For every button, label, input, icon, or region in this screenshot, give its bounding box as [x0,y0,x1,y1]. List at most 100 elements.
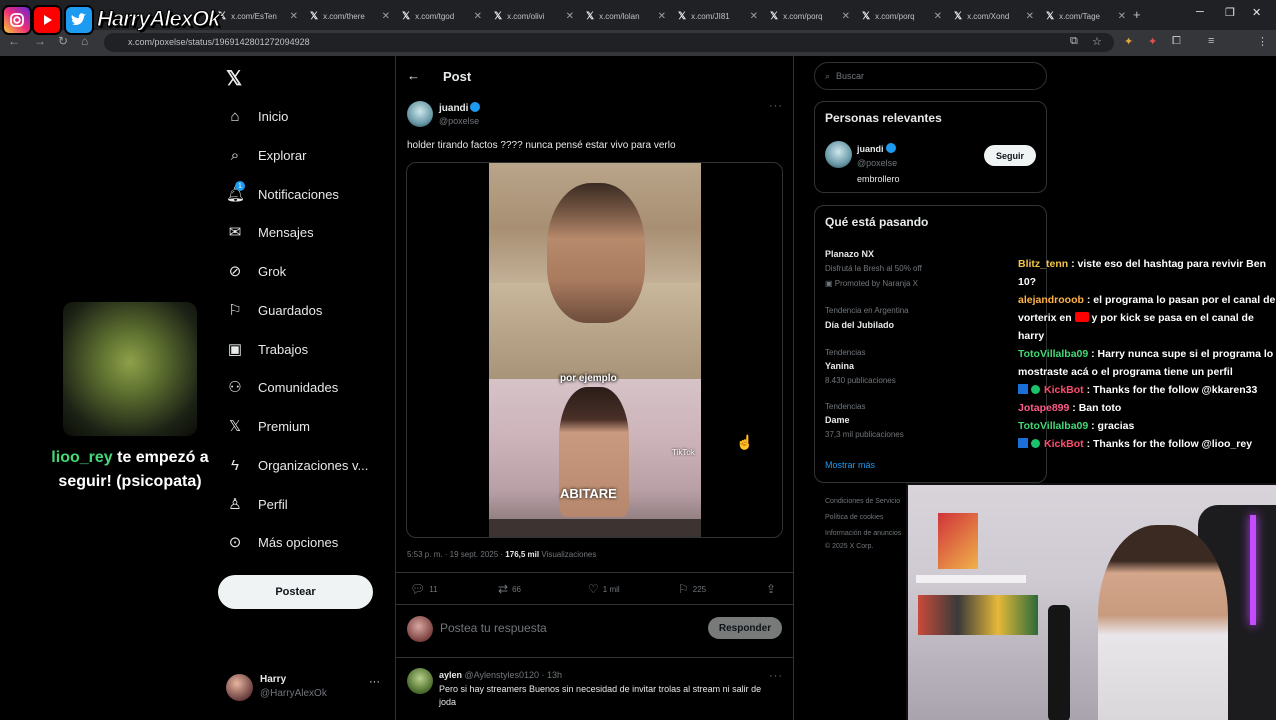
instagram-icon [2,5,32,35]
extension-icon[interactable]: ✦ [1148,35,1157,48]
minimize-icon[interactable]: ─ [1196,6,1204,18]
follow-button[interactable]: Seguir [984,145,1036,166]
relevant-handle: @poxelse [857,158,898,168]
close-icon[interactable]: ✕ [934,11,942,22]
nav-mensajes[interactable]: ✉ Mensajes [226,217,314,247]
close-icon[interactable]: ✕ [1118,11,1126,22]
bookmark-action[interactable]: ⚐ 225 [678,582,706,596]
avatar[interactable] [825,141,852,168]
trend-category: Tendencias [825,348,866,357]
trend-name[interactable]: Día del Jubilado [825,320,894,330]
search-icon: ⌕ [825,70,831,81]
nav-comunidades[interactable]: ⚇ Comunidades [226,372,338,402]
reply-action[interactable]: 💬︎ 11 [410,582,438,596]
close-icon[interactable]: ✕ [750,11,758,22]
microphone [1048,605,1070,720]
nav-premium[interactable]: 𝕏 Premium [226,411,310,441]
footer-link[interactable]: Política de cookies [825,514,883,521]
people-icon: ⚇ [228,379,242,396]
nav-notificaciones[interactable]: 🔔︎ 1 Notificaciones [226,179,339,209]
relevant-name[interactable]: juandi [857,143,896,154]
nav-grok[interactable]: ⊘ Grok [226,256,286,286]
browser-tab[interactable]: 𝕏x.com/Tage ✕ [1040,5,1132,27]
browser-tab[interactable]: 𝕏x.com/JI81 ✕ [672,5,764,27]
nav-guardados[interactable]: ⚐ Guardados [226,295,322,325]
trend-name[interactable]: Yanina [825,361,854,371]
repost-icon: ⇄ [498,582,509,596]
relevant-bio: embrollero [857,174,900,184]
nav-inicio[interactable]: ⌂ Inicio [226,101,288,131]
x-logo-icon[interactable]: 𝕏 [226,66,242,91]
trend-name[interactable]: Dame [825,415,850,425]
author-handle[interactable]: @poxelse [439,116,479,126]
account-switcher[interactable]: Harry @HarryAlexOk ··· [226,672,386,706]
more-icon[interactable]: ··· [769,670,783,682]
close-icon[interactable]: ✕ [842,11,850,22]
close-icon[interactable]: ✕ [290,11,298,22]
repost-action[interactable]: ⇄ 66 [498,582,521,596]
close-icon[interactable]: ✕ [1026,11,1034,22]
browser-tab[interactable]: 𝕏x.com/Xond ✕ [948,5,1040,27]
comment-avatar[interactable] [407,668,433,694]
bookmark-star-icon[interactable]: ☆ [1092,35,1102,48]
chat-message: alejandrooob : el programa lo pasan por … [1018,294,1276,342]
video-caption: por ejemplo [560,373,617,384]
browser-tab[interactable]: 𝕏x.com/porq ✕ [764,5,856,27]
trend-name[interactable]: Planazo NX [825,249,874,259]
account-name: Harry [260,674,287,685]
reply-button[interactable]: Responder [708,617,782,639]
nav-organizaciones[interactable]: ϟ Organizaciones v... [226,450,368,480]
screen: { "overlay": { "channel_name": "HarryAle… [0,0,1276,720]
browser-tab[interactable]: 𝕏x.com/porq ✕ [856,5,948,27]
browser-tab[interactable]: 𝕏x.com/olivi ✕ [488,5,580,27]
forward-icon[interactable]: → [34,34,46,48]
nav-mas-opciones[interactable]: ⊙ Más opciones [226,527,339,557]
verified-icon [470,102,481,112]
extension-icon[interactable]: ✦ [1124,35,1133,48]
back-icon[interactable]: ← [8,34,20,48]
nav-perfil[interactable]: ♙ Perfil [226,489,287,519]
install-icon[interactable]: ⧉ [1070,35,1078,48]
close-icon[interactable]: ✕ [474,11,482,22]
close-icon[interactable]: ✕ [658,11,666,22]
browser-tab[interactable]: 𝕏x.com/there ✕ [304,5,396,27]
close-icon[interactable]: ✕ [382,11,390,22]
author-name[interactable]: juandi [439,102,481,114]
close-icon[interactable]: ✕ [566,11,574,22]
x-logo-icon: 𝕏 [402,10,411,22]
webcam-scene [1250,515,1256,625]
maximize-icon[interactable]: ❐ [1225,6,1235,19]
new-tab-button[interactable]: + [1133,7,1141,22]
search-input[interactable]: ⌕ Buscar [814,62,1047,90]
window-close-icon[interactable]: ✕ [1252,6,1261,19]
like-action[interactable]: ♡ 1 mil [588,582,620,596]
footer-link[interactable]: Condiciones de Servicio [825,498,900,505]
share-action[interactable]: ⇪ [766,582,776,596]
more-icon[interactable]: ··· [769,100,783,112]
briefcase-icon: ▣ [227,341,243,358]
chat-message: TotoVillalba09 : gracias [1018,420,1135,432]
back-arrow-icon[interactable]: ← [407,68,420,83]
reload-icon[interactable]: ↻ [58,34,68,48]
footer-link[interactable]: Información de anuncios [825,530,901,537]
nav-trabajos[interactable]: ▣ Trabajos [226,334,308,364]
search-icon: ⌕ [230,146,240,164]
tweet-video[interactable] [406,162,783,538]
video-scene [547,183,645,323]
nav-explorar[interactable]: ⌕ Explorar [226,140,307,170]
video-frame-top [489,163,701,379]
browser-tab[interactable]: 𝕏x.com/lolan ✕ [580,5,672,27]
menu-kebab-icon[interactable]: ⋮ [1257,35,1268,48]
extensions-puzzle-icon[interactable]: ⧠ [1172,35,1181,48]
reply-input[interactable]: Postea tu respuesta [440,621,547,635]
browser-tab[interactable]: 𝕏x.com/tgod ✕ [396,5,488,27]
chat-message: KickBot : Thanks for the follow @kkaren3… [1018,381,1276,399]
browser-tab[interactable]: 𝕏x.com/EsTen ✕ [212,5,304,27]
post-button[interactable]: Postear [218,575,373,609]
show-more-link[interactable]: Mostrar más [825,460,875,470]
author-avatar[interactable] [407,101,433,127]
trend-category: Tendencias [825,402,866,411]
home-icon[interactable]: ⌂ [81,34,88,48]
reading-list-icon[interactable]: ≡ [1208,35,1214,47]
webcam-scene [918,595,1038,635]
